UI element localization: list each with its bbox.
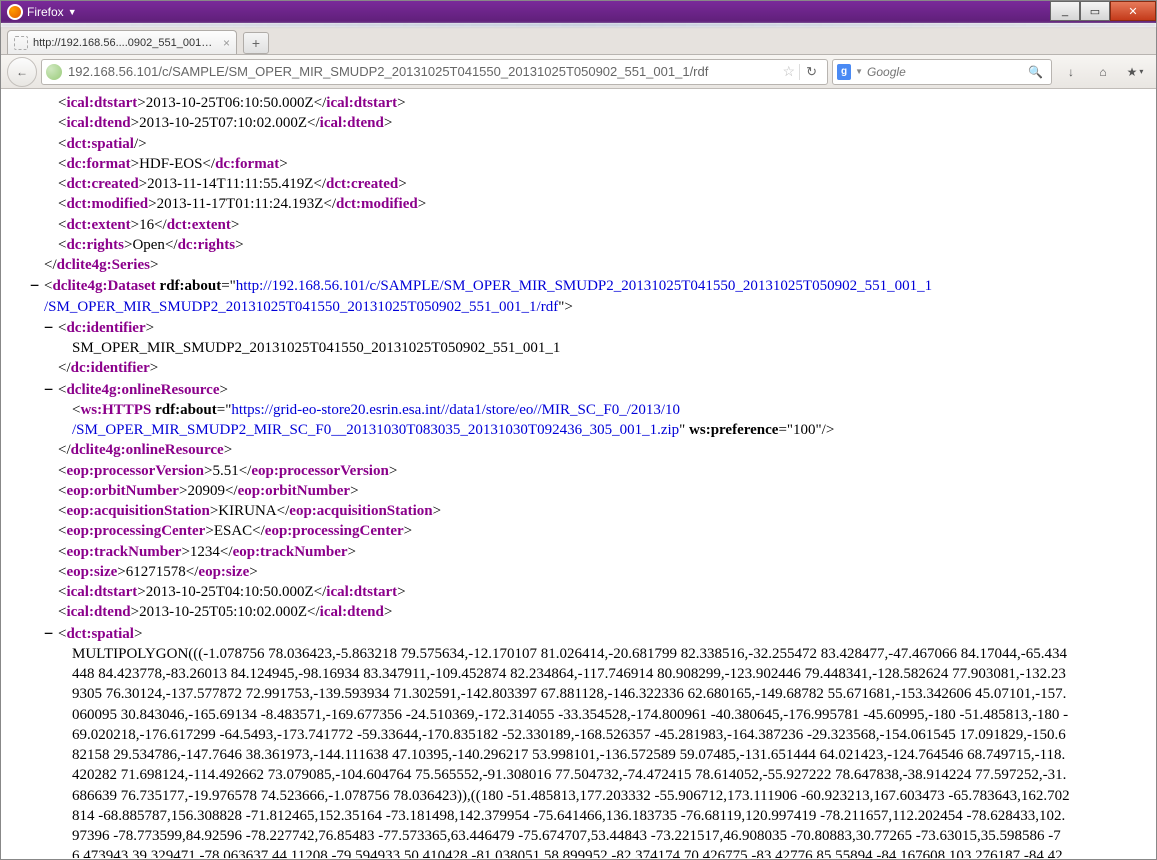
- maximize-button[interactable]: ▭: [1080, 1, 1110, 21]
- xml-line: <dc:rights>Open</dc:rights>: [10, 235, 1155, 255]
- search-bar[interactable]: g ▼ 🔍: [832, 59, 1052, 85]
- rdf-about-link[interactable]: http://192.168.56.101/c/SAMPLE/SM_OPER_M…: [236, 278, 932, 294]
- glass-strip: [1, 23, 1156, 27]
- arrow-left-icon: ←: [16, 65, 28, 79]
- xml-line: <ws:HTTPS rdf:about="https://grid-eo-sto…: [10, 400, 1155, 420]
- download-icon: ↓: [1068, 65, 1074, 79]
- tab-title: http://192.168.56....0902_551_001_1/rdf: [33, 37, 217, 49]
- window-controls: _ ▭ ✕: [1050, 1, 1156, 21]
- xml-line: <dct:extent>16</dct:extent>: [10, 215, 1155, 235]
- https-link-cont[interactable]: /SM_OPER_MIR_SMUDP2_MIR_SC_F0__20131030T…: [72, 422, 679, 438]
- xml-line: </dclite4g:Series>: [10, 255, 1155, 275]
- xml-line: <ical:dtend>2013-10-25T07:10:02.000Z</ic…: [10, 113, 1155, 133]
- collapse-toggle[interactable]: −: [44, 379, 58, 399]
- titlebar[interactable]: Firefox ▼ _ ▭ ✕: [1, 1, 1156, 23]
- xml-line: −<dct:spatial>: [10, 623, 1155, 644]
- xml-line: <ical:dtend>2013-10-25T05:10:02.000Z</ic…: [10, 602, 1155, 622]
- chevron-down-icon: ▼: [68, 7, 77, 17]
- app-menu-label: Firefox: [27, 5, 64, 19]
- url-bar[interactable]: ☆ ↻: [41, 59, 828, 85]
- firefox-icon: [7, 4, 23, 20]
- xml-line: </dc:identifier>: [10, 358, 1155, 378]
- tab-close-icon[interactable]: ×: [223, 36, 230, 50]
- search-engine-caret-icon[interactable]: ▼: [855, 67, 863, 76]
- home-button[interactable]: ⌂: [1088, 58, 1118, 86]
- globe-icon: [46, 64, 62, 80]
- chevron-down-icon: ▾: [1139, 67, 1143, 76]
- browser-window: Firefox ▼ _ ▭ ✕ http://192.168.56....090…: [0, 0, 1157, 860]
- search-input[interactable]: [867, 65, 1024, 79]
- xml-line: <eop:processingCenter>ESAC</eop:processi…: [10, 521, 1155, 541]
- xml-line: <eop:trackNumber>1234</eop:trackNumber>: [10, 542, 1155, 562]
- tab-strip: http://192.168.56....0902_551_001_1/rdf …: [1, 27, 1156, 55]
- nav-toolbar: ← ☆ ↻ g ▼ 🔍 ↓ ⌂ ★▾: [1, 55, 1156, 89]
- close-button[interactable]: ✕: [1110, 1, 1156, 21]
- xml-line: <eop:processorVersion>5.51</eop:processo…: [10, 461, 1155, 481]
- collapse-toggle[interactable]: −: [30, 275, 44, 295]
- bookmark-menu-icon: ★: [1127, 65, 1138, 79]
- collapse-toggle[interactable]: −: [44, 623, 58, 643]
- new-tab-button[interactable]: +: [243, 32, 269, 54]
- page-favicon: [14, 36, 28, 50]
- xml-line: −<dclite4g:onlineResource>: [10, 379, 1155, 400]
- url-input[interactable]: [68, 64, 779, 79]
- back-button[interactable]: ←: [7, 57, 37, 87]
- multipolygon-value: MULTIPOLYGON(((-1.078756 78.036423,-5.86…: [10, 644, 1070, 858]
- xml-line: <eop:size>61271578</eop:size>: [10, 562, 1155, 582]
- bookmarks-menu-button[interactable]: ★▾: [1120, 58, 1150, 86]
- xml-line: <dc:format>HDF-EOS</dc:format>: [10, 154, 1155, 174]
- xml-line: /SM_OPER_MIR_SMUDP2_MIR_SC_F0__20131030T…: [10, 420, 1155, 440]
- browser-tab[interactable]: http://192.168.56....0902_551_001_1/rdf …: [7, 30, 237, 54]
- home-icon: ⌂: [1099, 65, 1106, 79]
- collapse-toggle[interactable]: −: [44, 317, 58, 337]
- xml-line: <dct:created>2013-11-14T11:11:55.419Z</d…: [10, 174, 1155, 194]
- https-link[interactable]: https://grid-eo-store20.esrin.esa.int//d…: [231, 402, 680, 418]
- toolbar-right-icons: ↓ ⌂ ★▾: [1056, 58, 1150, 86]
- xml-line: <dct:spatial/>: [10, 134, 1155, 154]
- downloads-button[interactable]: ↓: [1056, 58, 1086, 86]
- bookmark-star-icon[interactable]: ☆: [779, 63, 800, 80]
- xml-line: <ical:dtstart>2013-10-25T04:10:50.000Z</…: [10, 582, 1155, 602]
- google-icon[interactable]: g: [837, 64, 851, 80]
- xml-line: <ical:dtstart>2013-10-25T06:10:50.000Z</…: [10, 93, 1155, 113]
- xml-line: <eop:acquisitionStation>KIRUNA</eop:acqu…: [10, 501, 1155, 521]
- rdf-about-link-cont[interactable]: /SM_OPER_MIR_SMUDP2_20131025T041550_2013…: [44, 299, 558, 315]
- xml-line: /SM_OPER_MIR_SMUDP2_20131025T041550_2013…: [10, 297, 1155, 317]
- xml-line: <eop:orbitNumber>20909</eop:orbitNumber>: [10, 481, 1155, 501]
- page-content[interactable]: <ical:dtstart>2013-10-25T06:10:50.000Z</…: [2, 89, 1155, 858]
- xml-line: −<dc:identifier>: [10, 317, 1155, 338]
- xml-value: SM_OPER_MIR_SMUDP2_20131025T041550_20131…: [10, 338, 1155, 358]
- xml-line: −<dclite4g:Dataset rdf:about="http://192…: [10, 275, 1155, 296]
- search-icon[interactable]: 🔍: [1024, 65, 1047, 79]
- reload-icon[interactable]: ↻: [799, 64, 823, 80]
- xml-line: <dct:modified>2013-11-17T01:11:24.193Z</…: [10, 194, 1155, 214]
- xml-line: </dclite4g:onlineResource>: [10, 440, 1155, 460]
- minimize-button[interactable]: _: [1050, 1, 1080, 21]
